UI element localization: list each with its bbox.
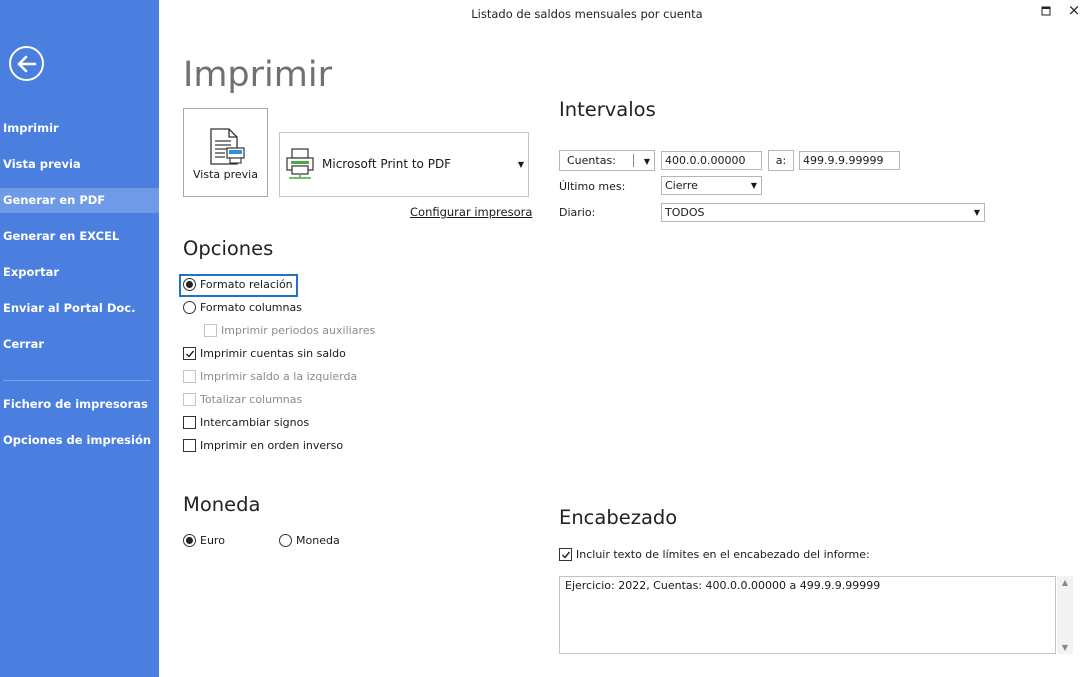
option-moneda-moneda[interactable]: Moneda bbox=[279, 534, 340, 547]
checkbox-disabled bbox=[183, 370, 196, 383]
checkbox-checked[interactable] bbox=[183, 347, 196, 360]
header-text-scrollbar[interactable]: ▲ ▼ bbox=[1057, 576, 1073, 654]
option-label: Imprimir en orden inverso bbox=[200, 439, 344, 452]
maximize-icon bbox=[1041, 6, 1051, 16]
interval-to-input[interactable]: 499.9.9.99999 bbox=[799, 151, 900, 170]
interval-type-select[interactable]: Cuentas: ▼ bbox=[559, 150, 655, 171]
checkbox-unchecked[interactable] bbox=[183, 439, 196, 452]
radio-unchecked[interactable] bbox=[279, 534, 292, 547]
checkmark-icon bbox=[185, 350, 194, 358]
maximize-button[interactable] bbox=[1040, 5, 1052, 17]
printer-select[interactable]: Microsoft Print to PDF ▼ bbox=[279, 132, 529, 197]
ultimo-mes-label: Último mes: bbox=[559, 180, 626, 193]
checkbox-checked[interactable] bbox=[559, 548, 572, 561]
ultimo-mes-value: Cierre bbox=[665, 179, 698, 192]
option-incluir-limites[interactable]: Incluir texto de límites en el encabezad… bbox=[559, 548, 870, 561]
sidebar-item-fichero-impresoras[interactable]: Fichero de impresoras bbox=[0, 392, 159, 417]
option-formato-columnas[interactable]: Formato columnas bbox=[183, 301, 302, 314]
option-formato-relacion[interactable]: Formato relación bbox=[183, 278, 293, 291]
printer-icon bbox=[286, 148, 314, 179]
option-imprimir-cuentas-sin-saldo[interactable]: Imprimir cuentas sin saldo bbox=[183, 347, 346, 360]
opciones-title: Opciones bbox=[183, 237, 274, 260]
sidebar-item-imprimir[interactable]: Imprimir bbox=[0, 116, 159, 141]
checkbox-unchecked[interactable] bbox=[183, 416, 196, 429]
chevron-down-icon: ▼ bbox=[973, 208, 980, 217]
chevron-down-icon: ▼ bbox=[750, 181, 757, 190]
moneda-title: Moneda bbox=[183, 493, 261, 516]
select-divider bbox=[633, 154, 634, 167]
option-intercambiar-signos[interactable]: Intercambiar signos bbox=[183, 416, 309, 429]
back-button[interactable] bbox=[9, 46, 44, 81]
sidebar-item-opciones-impresion[interactable]: Opciones de impresión bbox=[0, 428, 159, 453]
sidebar-item-generar-pdf[interactable]: Generar en PDF bbox=[0, 188, 159, 213]
sidebar-item-vista-previa[interactable]: Vista previa bbox=[0, 152, 159, 177]
checkbox-disabled bbox=[183, 393, 196, 406]
intervalos-title: Intervalos bbox=[559, 98, 656, 121]
option-label: Imprimir saldo a la izquierda bbox=[200, 370, 358, 383]
preview-button[interactable]: Vista previa bbox=[183, 108, 268, 197]
option-imprimir-saldo-izquierda: Imprimir saldo a la izquierda bbox=[183, 370, 357, 383]
sidebar-item-exportar[interactable]: Exportar bbox=[0, 260, 159, 285]
printer-name: Microsoft Print to PDF bbox=[322, 157, 452, 171]
diario-select[interactable]: TODOS ▼ bbox=[661, 203, 985, 222]
checkmark-icon bbox=[561, 551, 570, 559]
option-imprimir-periodos-auxiliares: Imprimir periodos auxiliares bbox=[204, 324, 375, 337]
preview-button-label: Vista previa bbox=[193, 168, 258, 181]
option-totalizar-columnas: Totalizar columnas bbox=[183, 393, 302, 406]
diario-value: TODOS bbox=[665, 206, 705, 219]
close-button[interactable]: × bbox=[1066, 2, 1082, 18]
sidebar: Imprimir Vista previa Generar en PDF Gen… bbox=[0, 0, 159, 677]
encabezado-title: Encabezado bbox=[559, 506, 678, 529]
radio-checked[interactable] bbox=[183, 278, 196, 291]
option-label: Formato relación bbox=[200, 278, 293, 291]
chevron-down-icon: ▼ bbox=[517, 160, 524, 169]
diario-label: Diario: bbox=[559, 206, 596, 219]
option-label: Euro bbox=[200, 534, 225, 547]
checkbox-disabled bbox=[204, 324, 217, 337]
window-title: Listado de saldos mensuales por cuenta bbox=[471, 7, 703, 21]
option-moneda-euro[interactable]: Euro bbox=[183, 534, 225, 547]
option-label: Intercambiar signos bbox=[200, 416, 310, 429]
chevron-down-icon: ▼ bbox=[643, 157, 650, 166]
header-text-area[interactable]: Ejercicio: 2022, Cuentas: 400.0.0.00000 … bbox=[559, 576, 1056, 654]
close-icon: × bbox=[1067, 1, 1081, 19]
scroll-down-icon[interactable]: ▼ bbox=[1057, 643, 1073, 652]
interval-from-input[interactable]: 400.0.0.00000 bbox=[661, 151, 762, 170]
option-imprimir-orden-inverso[interactable]: Imprimir en orden inverso bbox=[183, 439, 343, 452]
configure-printer-link[interactable]: Configurar impresora bbox=[410, 205, 532, 219]
scroll-up-icon[interactable]: ▲ bbox=[1057, 578, 1073, 587]
option-label: Totalizar columnas bbox=[200, 393, 303, 406]
sidebar-item-cerrar[interactable]: Cerrar bbox=[0, 332, 159, 357]
option-label: Moneda bbox=[296, 534, 340, 547]
option-label: Incluir texto de límites en el encabezad… bbox=[576, 548, 870, 561]
ultimo-mes-select[interactable]: Cierre ▼ bbox=[661, 176, 762, 195]
option-label: Imprimir periodos auxiliares bbox=[221, 324, 376, 337]
radio-unchecked[interactable] bbox=[183, 301, 196, 314]
sidebar-item-enviar-portal[interactable]: Enviar al Portal Doc. bbox=[0, 296, 159, 321]
option-label: Imprimir cuentas sin saldo bbox=[200, 347, 346, 360]
interval-type-value: Cuentas: bbox=[567, 154, 616, 167]
arrow-left-icon bbox=[17, 55, 36, 72]
sidebar-item-generar-excel[interactable]: Generar en EXCEL bbox=[0, 224, 159, 249]
interval-to-button[interactable]: a: bbox=[768, 150, 794, 171]
document-preview-icon bbox=[210, 128, 245, 165]
option-label: Formato columnas bbox=[200, 301, 302, 314]
page-title: Imprimir bbox=[183, 55, 332, 95]
radio-checked[interactable] bbox=[183, 534, 196, 547]
sidebar-divider bbox=[3, 380, 151, 381]
